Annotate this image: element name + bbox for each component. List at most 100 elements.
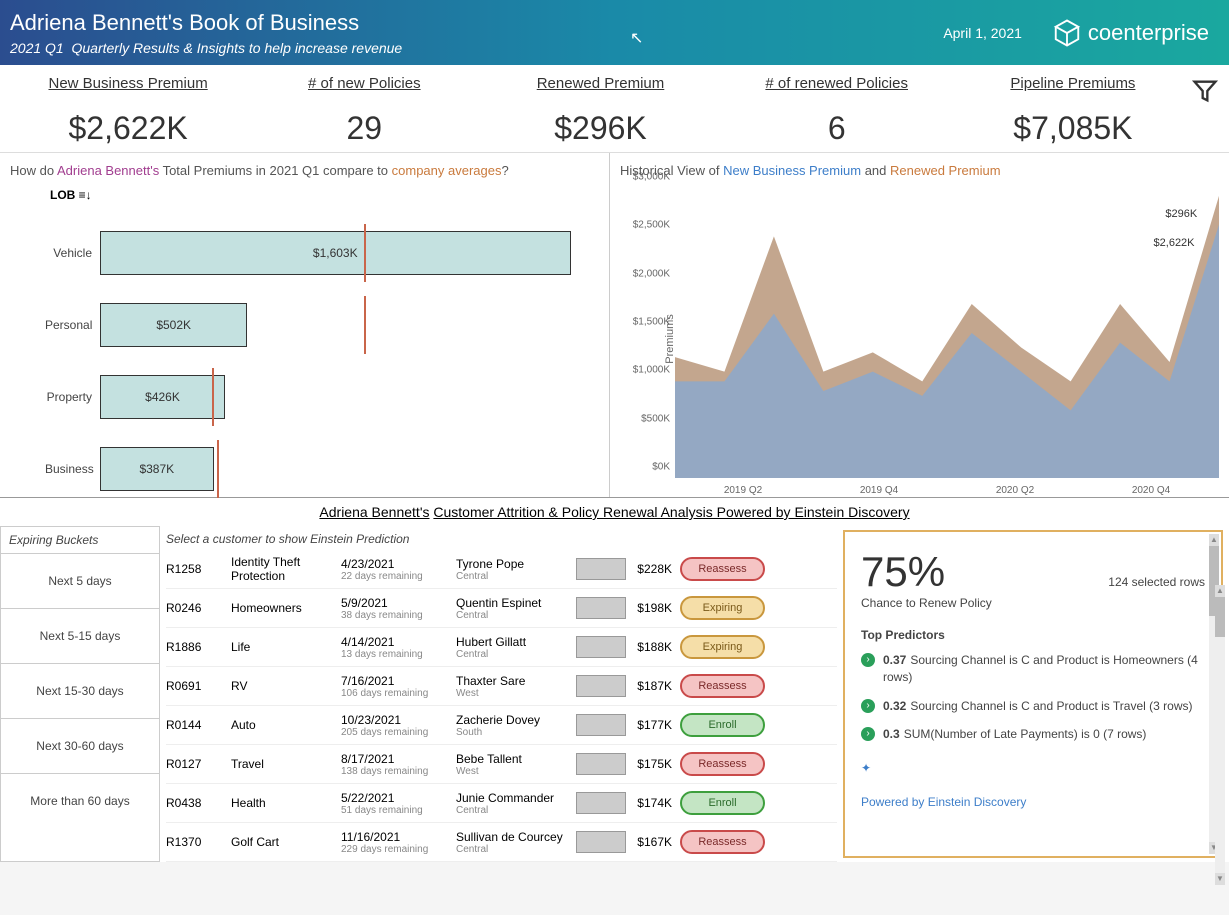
action-pill-reassess[interactable]: Reassess [680, 674, 765, 698]
bar-category: Business [45, 462, 100, 476]
product: Golf Cart [231, 835, 341, 849]
scroll-down-icon[interactable]: ▼ [1215, 873, 1225, 885]
bar-reference-line [217, 440, 219, 498]
kpi-new-policies[interactable]: # of new Policies 29 [246, 75, 482, 147]
action-pill-expiring[interactable]: Expiring [680, 596, 765, 620]
premium-value: $175K [630, 757, 680, 771]
scroll-up-icon[interactable]: ▲ [1215, 585, 1225, 597]
y-tick: $1,500K [633, 317, 670, 328]
expiring-buckets: Expiring Buckets Next 5 daysNext 5-15 da… [0, 526, 160, 862]
report-date: April 1, 2021 [943, 25, 1022, 41]
renew-label: Chance to Renew Policy [861, 596, 992, 610]
predictors-heading: Top Predictors [861, 628, 1205, 642]
product: Health [231, 796, 341, 810]
table-row[interactable]: R0127 Travel 8/17/2021138 days remaining… [166, 745, 837, 784]
area-chart-svg[interactable] [675, 188, 1219, 478]
agent: Hubert GillattCentral [456, 635, 576, 660]
bucket-item[interactable]: Next 30-60 days [1, 718, 159, 773]
policy-id: R0691 [166, 679, 231, 693]
action-pill-enroll[interactable]: Enroll [680, 791, 765, 815]
agent: Thaxter SareWest [456, 674, 576, 699]
y-tick: $2,500K [633, 220, 670, 231]
bucket-item[interactable]: Next 5 days [1, 553, 159, 608]
premium-value: $228K [630, 562, 680, 576]
product: Identity Theft Protection [231, 555, 341, 583]
bar-reference-line [364, 296, 366, 354]
table-prompt: Select a customer to show Einstein Predi… [166, 526, 837, 550]
sparkline [576, 597, 626, 619]
product: RV [231, 679, 341, 693]
cube-icon [1052, 18, 1082, 48]
agent: Tyrone PopeCentral [456, 557, 576, 582]
table-scrollbar[interactable]: ▲ ▼ [1215, 585, 1225, 885]
x-tick: 2019 Q4 [860, 485, 898, 496]
area-chart-title: Historical View of New Business Premium … [620, 163, 1219, 178]
y-tick: $0K [652, 462, 670, 473]
bar-fill: $387K [100, 447, 214, 491]
premium-value: $167K [630, 835, 680, 849]
page-title: Adriena Bennett's Book of Business [10, 10, 402, 36]
bar-row[interactable]: Property $426K [45, 361, 599, 433]
kpi-pipeline-premiums[interactable]: Pipeline Premiums $7,085K [955, 75, 1191, 147]
arrow-right-icon: › [861, 699, 875, 713]
table-row[interactable]: R1258 Identity Theft Protection 4/23/202… [166, 550, 837, 589]
action-pill-expiring[interactable]: Expiring [680, 635, 765, 659]
predictor-item: › 0.32Sourcing Channel is C and Product … [861, 698, 1205, 715]
bar-category: Property [45, 390, 100, 404]
arrow-right-icon: › [861, 727, 875, 741]
sparkline [576, 636, 626, 658]
premium-value: $188K [630, 640, 680, 654]
table-row[interactable]: R0438 Health 5/22/202151 days remaining … [166, 784, 837, 823]
bar-row[interactable]: Personal $502K [45, 289, 599, 361]
brand-logo: coenterprise [1052, 18, 1209, 48]
sparkline [576, 558, 626, 580]
y-tick: $2,000K [633, 268, 670, 279]
action-pill-reassess[interactable]: Reassess [680, 830, 765, 854]
expiry-date: 4/23/202122 days remaining [341, 557, 456, 582]
table-row[interactable]: R0691 RV 7/16/2021106 days remaining Tha… [166, 667, 837, 706]
sparkline [576, 792, 626, 814]
bar-chart-title: How do Adriena Bennett's Total Premiums … [10, 163, 599, 178]
kpi-renewed-premium[interactable]: Renewed Premium $296K [482, 75, 718, 147]
powered-by-link[interactable]: Powered by Einstein Discovery [861, 795, 1205, 809]
sparkline [576, 675, 626, 697]
bucket-item[interactable]: Next 15-30 days [1, 663, 159, 718]
action-pill-enroll[interactable]: Enroll [680, 713, 765, 737]
kpi-renewed-policies[interactable]: # of renewed Policies 6 [719, 75, 955, 147]
action-pill-reassess[interactable]: Reassess [680, 752, 765, 776]
policy-id: R0127 [166, 757, 231, 771]
bar-fill: $502K [100, 303, 247, 347]
expiry-date: 7/16/2021106 days remaining [341, 674, 456, 699]
page-subtitle: 2021 Q1 Quarterly Results & Insights to … [10, 40, 402, 56]
bar-row[interactable]: Business $387K [45, 433, 599, 505]
agent: Sullivan de CourceyCentral [456, 830, 576, 855]
bar-row[interactable]: Vehicle $1,603K [45, 217, 599, 289]
scroll-up-icon[interactable]: ▲ [1209, 534, 1219, 546]
y-tick: $3,000K [633, 172, 670, 183]
predictor-item: › 0.3SUM(Number of Late Payments) is 0 (… [861, 726, 1205, 743]
bucket-item[interactable]: More than 60 days [1, 773, 159, 828]
filter-icon[interactable] [1191, 77, 1219, 105]
arrow-right-icon: › [861, 653, 875, 667]
bucket-item[interactable]: Next 5-15 days [1, 608, 159, 663]
policy-id: R1258 [166, 562, 231, 576]
policy-id: R0246 [166, 601, 231, 615]
table-row[interactable]: R1886 Life 4/14/202113 days remaining Hu… [166, 628, 837, 667]
bar-reference-line [364, 224, 366, 282]
bar-category: Personal [45, 318, 100, 332]
policy-id: R1370 [166, 835, 231, 849]
lob-sort-label[interactable]: LOB ≡↓ [50, 188, 599, 202]
table-row[interactable]: R1370 Golf Cart 11/16/2021229 days remai… [166, 823, 837, 862]
product: Travel [231, 757, 341, 771]
premium-value: $177K [630, 718, 680, 732]
table-row[interactable]: R0246 Homeowners 5/9/202138 days remaini… [166, 589, 837, 628]
premium-value: $198K [630, 601, 680, 615]
premium-value: $187K [630, 679, 680, 693]
kpi-new-business-premium[interactable]: New Business Premium $2,622K [10, 75, 246, 147]
x-tick: 2020 Q4 [1132, 485, 1170, 496]
expiry-date: 8/17/2021138 days remaining [341, 752, 456, 777]
table-row[interactable]: R0144 Auto 10/23/2021205 days remaining … [166, 706, 837, 745]
action-pill-reassess[interactable]: Reassess [680, 557, 765, 581]
scroll-thumb[interactable] [1215, 597, 1225, 637]
kpi-row: New Business Premium $2,622K # of new Po… [0, 65, 1229, 153]
